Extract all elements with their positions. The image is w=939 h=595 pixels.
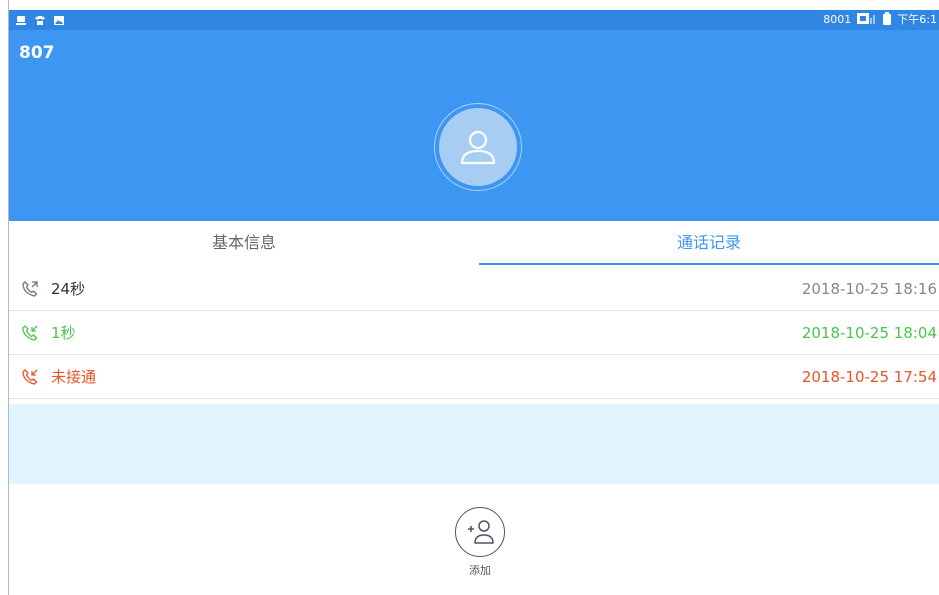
window-edge (0, 0, 9, 595)
call-time: 2018-10-25 18:16 (801, 279, 937, 298)
call-row[interactable]: 1秒 2018-10-25 18:04 (9, 311, 939, 355)
call-row[interactable]: 24秒 2018-10-25 18:16 (9, 267, 939, 311)
avatar[interactable] (439, 108, 517, 186)
incoming-call-icon (21, 323, 41, 343)
tab-bar: 基本信息 通话记录 (9, 221, 939, 267)
call-duration: 未接通 (51, 368, 97, 386)
person-icon (460, 130, 496, 165)
call-duration: 24秒 (51, 280, 86, 298)
missed-call-icon (21, 367, 41, 387)
call-duration: 1秒 (51, 324, 76, 342)
usb-icon (15, 12, 27, 25)
battery-icon (883, 12, 892, 28)
add-contact-label: 添加 (469, 564, 491, 577)
add-contact-area: 添加 (452, 507, 508, 578)
call-log-list: 24秒 2018-10-25 18:16 1秒 2018-10-25 18:04… (9, 267, 939, 399)
tab-basic-info[interactable]: 基本信息 (9, 221, 479, 265)
image-icon (53, 12, 65, 25)
selected-row-highlight (9, 404, 939, 484)
call-time: 2018-10-25 17:54 (801, 367, 937, 386)
status-bar: 8001 下午6:1 (9, 10, 939, 30)
add-contact-button[interactable] (455, 507, 505, 557)
call-row[interactable]: 未接通 2018-10-25 17:54 (9, 355, 939, 399)
outgoing-call-icon (21, 279, 41, 299)
contact-header: 807 (9, 30, 939, 221)
call-time: 2018-10-25 18:04 (801, 323, 937, 342)
contact-name: 807 (19, 43, 55, 63)
phone-icon (34, 12, 46, 25)
network-icon (857, 12, 877, 28)
clock: 下午6:1 (897, 13, 937, 26)
tab-call-log[interactable]: 通话记录 (479, 221, 939, 265)
avatar-ring (434, 103, 522, 191)
tab-indicator (479, 263, 939, 265)
extension-number: 8001 (823, 13, 852, 26)
add-contact-icon (468, 520, 494, 544)
